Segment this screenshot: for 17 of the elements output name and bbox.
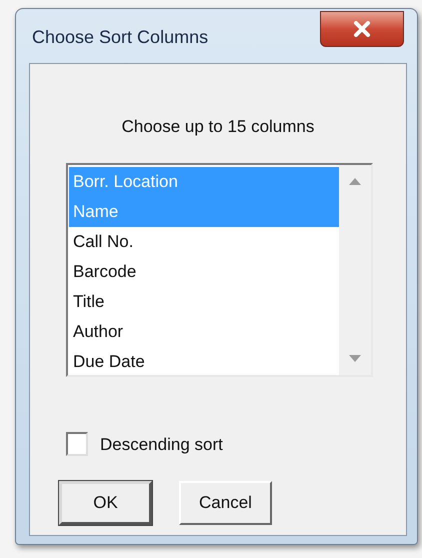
close-button[interactable] <box>320 11 404 47</box>
window-title: Choose Sort Columns <box>31 26 208 48</box>
list-item[interactable]: Author <box>69 316 339 346</box>
list-item[interactable]: Title <box>69 286 339 316</box>
instruction-text: Choose up to 15 columns <box>120 116 316 138</box>
column-list[interactable]: Borr. Location Name Call No. Barcode Title Author Due Date <box>66 162 373 376</box>
checkbox-label[interactable]: Descending sort <box>100 432 223 457</box>
scrollbar[interactable] <box>339 164 371 374</box>
close-icon <box>353 21 371 37</box>
list-item[interactable]: Due Date <box>69 346 339 376</box>
dialog-button[interactable]: OK <box>59 481 152 525</box>
scroll-up-icon[interactable] <box>349 178 361 184</box>
list-item[interactable]: Barcode <box>69 256 339 286</box>
dialog-button[interactable]: Cancel <box>179 481 272 525</box>
checkbox[interactable] <box>66 432 88 456</box>
list-item[interactable]: Call No. <box>69 226 339 256</box>
scroll-down-icon[interactable] <box>349 354 361 362</box>
